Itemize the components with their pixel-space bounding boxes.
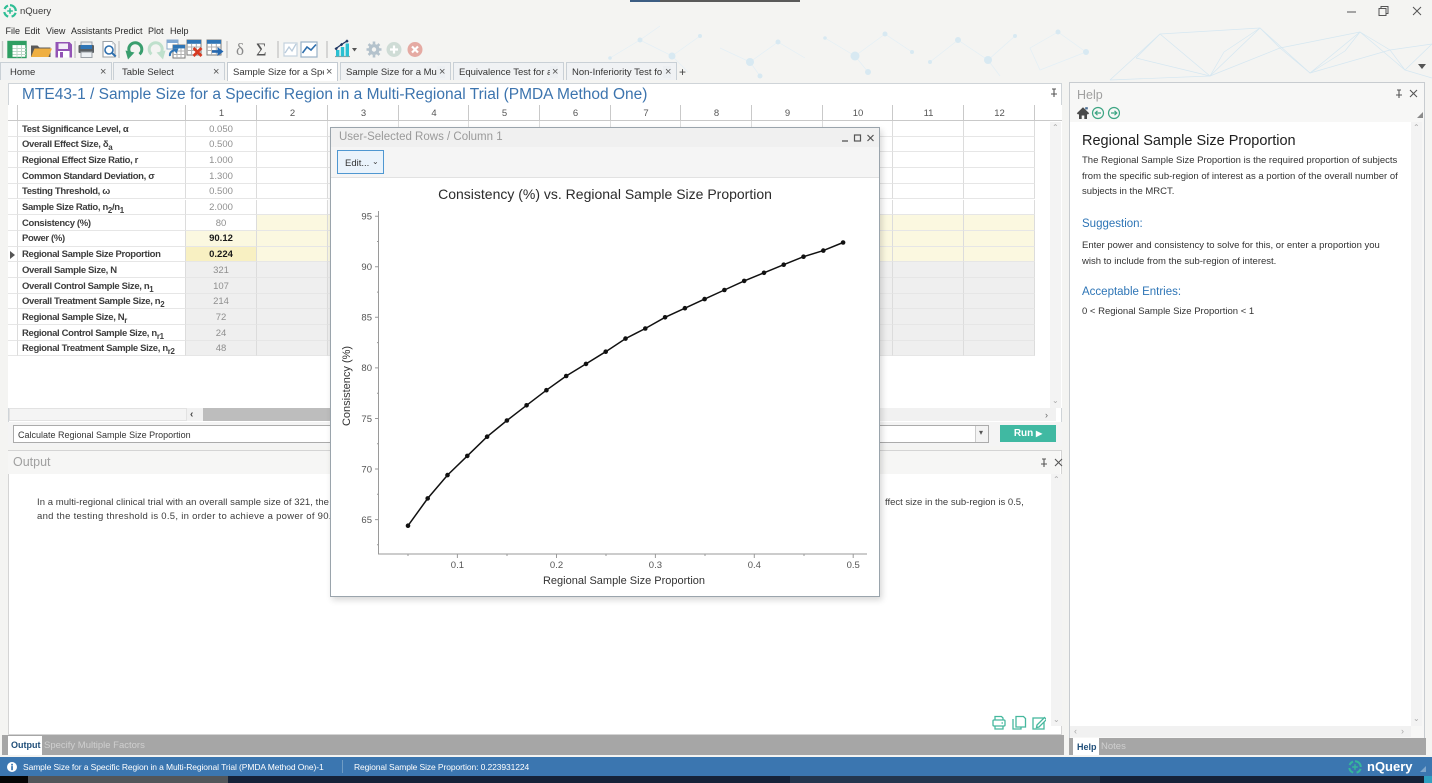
svg-text:Consistency (%) vs. Regional S: Consistency (%) vs. Regional Sample Size…: [438, 186, 772, 202]
svg-text:65: 65: [361, 515, 372, 526]
svg-text:0.2: 0.2: [550, 560, 563, 571]
svg-text:Σ: Σ: [256, 40, 266, 60]
svg-text:0.1: 0.1: [451, 560, 464, 571]
svg-text:0.3: 0.3: [649, 560, 662, 571]
svg-text:70: 70: [361, 464, 372, 475]
svg-text:75: 75: [361, 414, 372, 425]
svg-text:90: 90: [361, 262, 372, 273]
svg-text:δ: δ: [236, 40, 244, 59]
svg-text:85: 85: [361, 313, 372, 324]
svg-text:95: 95: [361, 212, 372, 223]
svg-text:0.5: 0.5: [847, 560, 860, 571]
svg-text:80: 80: [361, 363, 372, 374]
svg-text:0.4: 0.4: [748, 560, 761, 571]
svg-text:Regional Sample Size Proportio: Regional Sample Size Proportion: [543, 575, 705, 587]
svg-text:Consistency (%): Consistency (%): [341, 346, 353, 426]
